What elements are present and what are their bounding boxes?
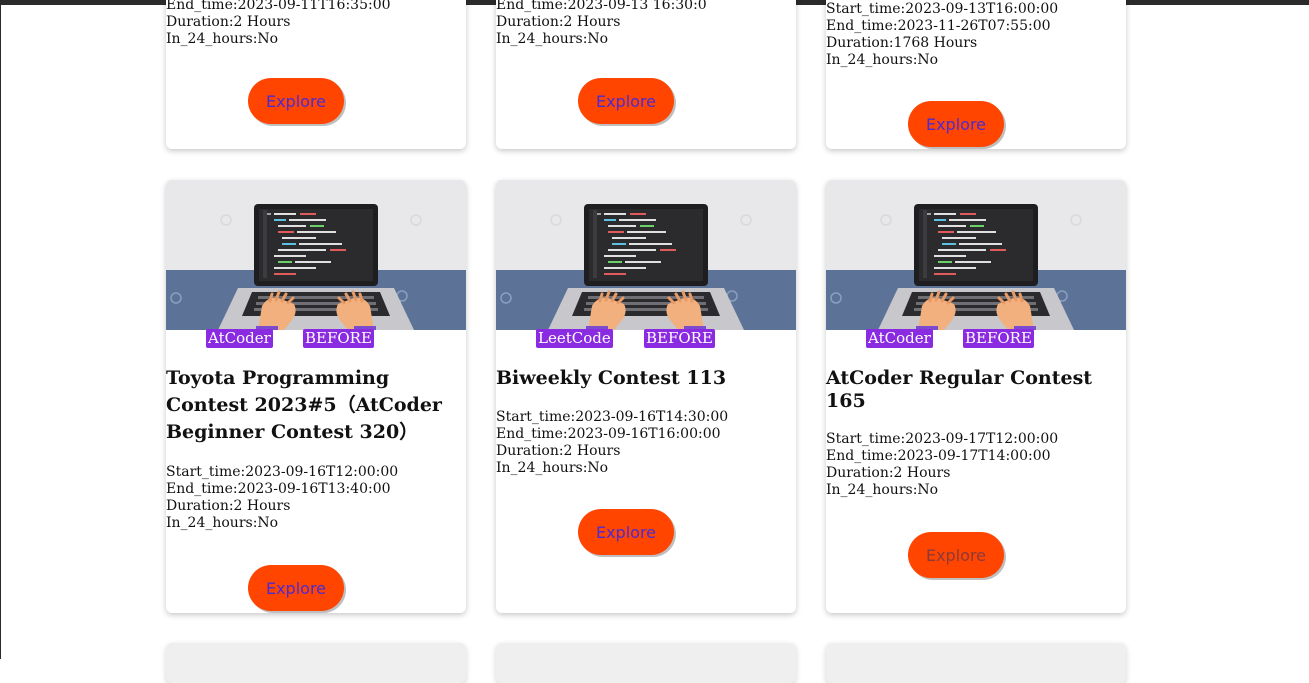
- contest-info: End_time:2023-09-13 16:30:0 Duration:2 H…: [496, 0, 707, 48]
- status-badge: BEFORE: [963, 329, 1034, 348]
- duration: Duration:2 Hours: [496, 443, 621, 459]
- start-time: Start_time:2023-09-17T12:00:00: [826, 431, 1059, 447]
- contest-info: Start_time:2023-09-17T12:00:00 End_time:…: [826, 431, 1058, 499]
- start-time: Start_time:2023-09-16T12:00:00: [166, 464, 399, 480]
- contest-card-partial-bottom-2: [496, 643, 796, 683]
- end-time: End_time:2023-09-11T16:35:00: [166, 0, 391, 13]
- end-time: End_time:2023-11-26T07:55:00: [826, 18, 1051, 34]
- contest-card: AtCoder BEFORE AtCoder Regular Contest 1…: [826, 180, 1126, 613]
- status-badge: BEFORE: [644, 329, 715, 348]
- platform-badge: AtCoder: [206, 329, 273, 348]
- in-24-hours: In_24_hours:No: [166, 515, 279, 531]
- laptop-coding-image: [496, 180, 796, 330]
- contest-card: AtCoder BEFORE Toyota Programming Contes…: [166, 180, 466, 613]
- contest-card-partial-3: Start_time:2023-09-13T16:00:00 End_time:…: [826, 0, 1126, 149]
- platform-badge: AtCoder: [866, 329, 933, 348]
- duration: Duration:2 Hours: [166, 14, 291, 30]
- explore-button[interactable]: Explore: [578, 78, 674, 124]
- explore-button[interactable]: Explore: [248, 565, 344, 611]
- explore-button[interactable]: Explore: [578, 509, 674, 555]
- explore-button[interactable]: Explore: [908, 532, 1004, 578]
- in-24-hours: In_24_hours:No: [826, 482, 939, 498]
- end-time: End_time:2023-09-16T16:00:00: [496, 426, 721, 442]
- contest-info: End_time:2023-09-11T16:35:00 Duration:2 …: [166, 0, 391, 48]
- laptop-coding-image: [826, 180, 1126, 330]
- in-24-hours: In_24_hours:No: [826, 52, 939, 68]
- contest-info: Start_time:2023-09-16T14:30:00 End_time:…: [496, 409, 728, 477]
- in-24-hours: In_24_hours:No: [496, 31, 609, 47]
- contest-title: Biweekly Contest 113: [496, 367, 727, 389]
- explore-button[interactable]: Explore: [248, 78, 344, 124]
- duration: Duration:2 Hours: [496, 14, 621, 30]
- start-time: Start_time:2023-09-13T16:00:00: [826, 1, 1059, 17]
- in-24-hours: In_24_hours:No: [496, 460, 609, 476]
- contest-info: Start_time:2023-09-13T16:00:00 End_time:…: [826, 1, 1058, 69]
- in-24-hours: In_24_hours:No: [166, 31, 279, 47]
- status-badge: BEFORE: [303, 329, 374, 348]
- contest-card-partial-1: End_time:2023-09-11T16:35:00 Duration:2 …: [166, 0, 466, 149]
- end-time: End_time:2023-09-13 16:30:0: [496, 0, 707, 13]
- contest-title: AtCoder Regular Contest 165: [826, 367, 1093, 412]
- contest-info: Start_time:2023-09-16T12:00:00 End_time:…: [166, 464, 398, 532]
- explore-button[interactable]: Explore: [908, 101, 1004, 147]
- end-time: End_time:2023-09-17T14:00:00: [826, 448, 1051, 464]
- contest-card-partial-bottom-3: [826, 643, 1126, 683]
- contest-title: Toyota Programming Contest 2023#5（AtCode…: [166, 367, 442, 443]
- window-left-border: [0, 0, 1, 659]
- laptop-coding-image: [166, 180, 466, 330]
- duration: Duration:2 Hours: [166, 498, 291, 514]
- duration: Duration:1768 Hours: [826, 35, 978, 51]
- contest-card-partial-2: End_time:2023-09-13 16:30:0 Duration:2 H…: [496, 0, 796, 149]
- platform-badge: LeetCode: [536, 329, 613, 348]
- contest-card-partial-bottom-1: [166, 643, 466, 683]
- contest-card: LeetCode BEFORE Biweekly Contest 113 Sta…: [496, 180, 796, 613]
- end-time: End_time:2023-09-16T13:40:00: [166, 481, 391, 497]
- start-time: Start_time:2023-09-16T14:30:00: [496, 409, 729, 425]
- duration: Duration:2 Hours: [826, 465, 951, 481]
